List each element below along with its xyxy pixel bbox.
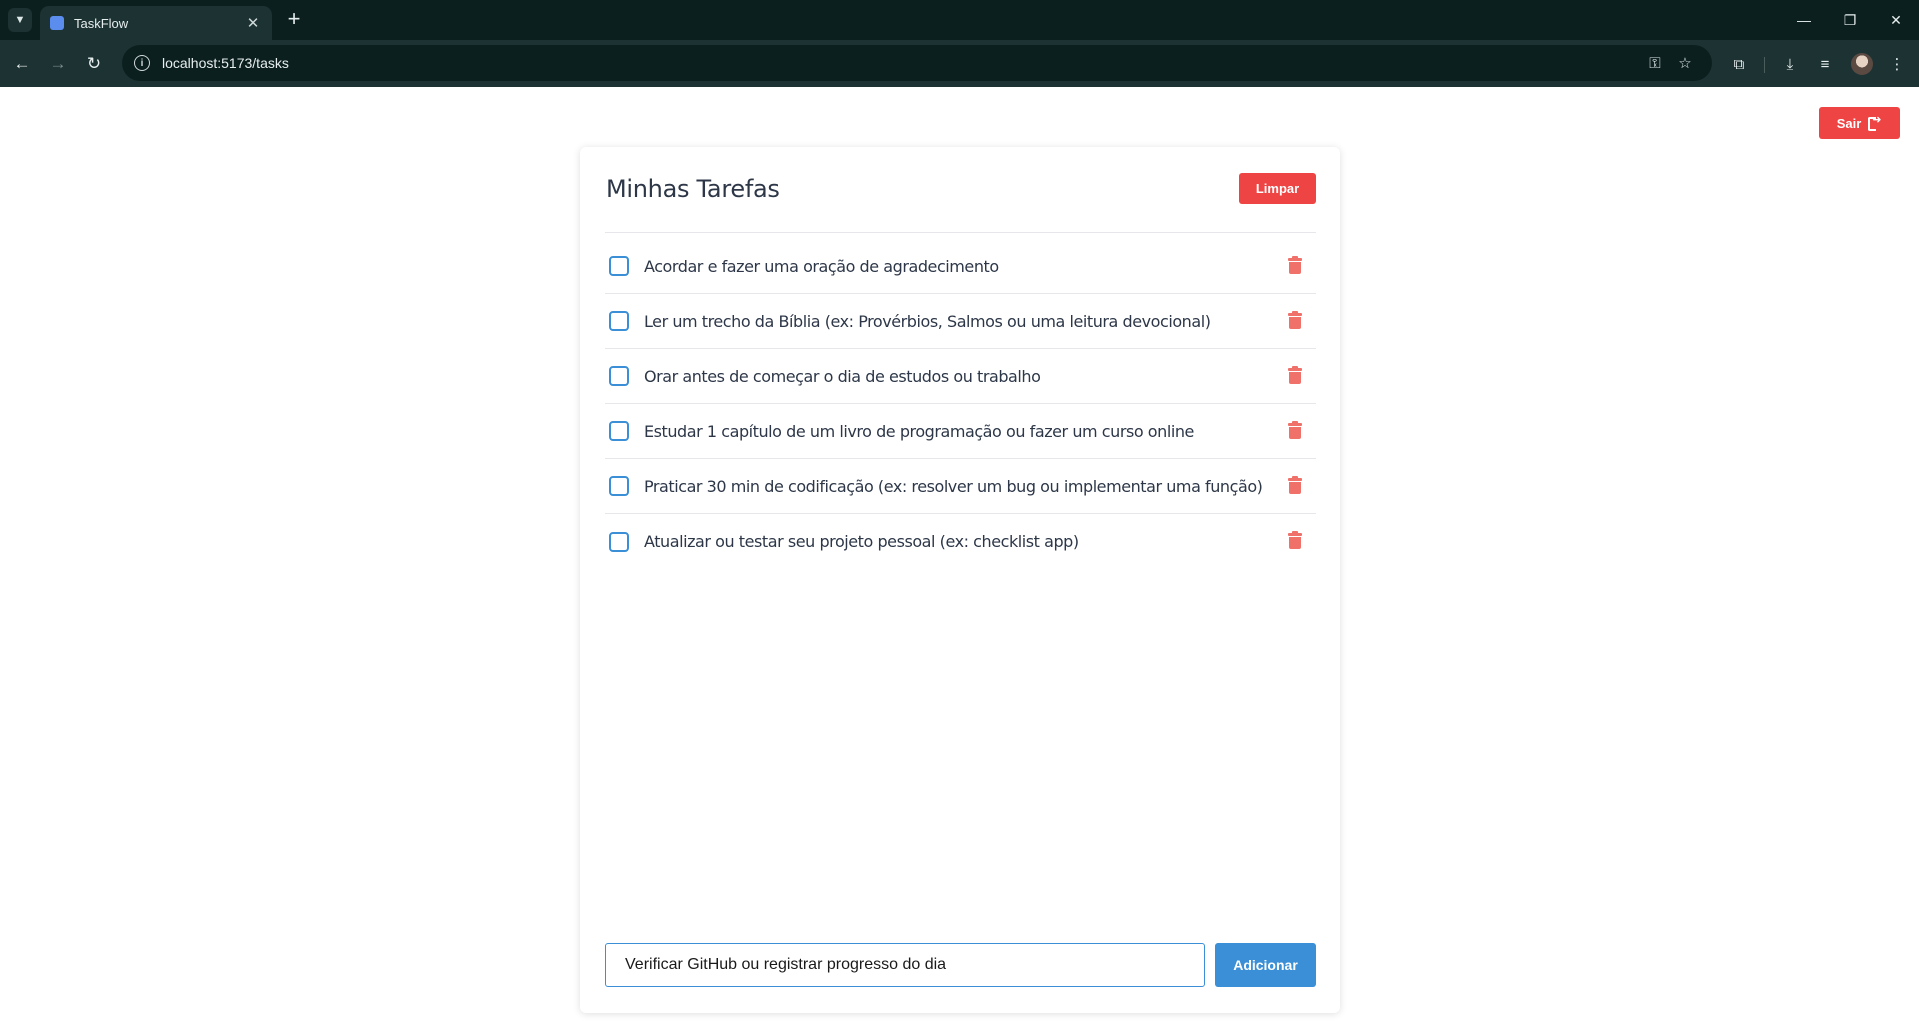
new-task-input[interactable]: [605, 943, 1205, 987]
task-text: Estudar 1 capítulo de um livro de progra…: [644, 421, 1194, 441]
url-text[interactable]: localhost:5173/tasks: [162, 55, 1640, 71]
close-icon[interactable]: ✕: [244, 14, 262, 32]
task-text: Atualizar ou testar seu projeto pessoal …: [644, 532, 1079, 551]
reload-icon[interactable]: ↻: [80, 50, 108, 78]
tasks-card: Minhas Tarefas Limpar Acordar e fazer um…: [580, 147, 1340, 1013]
star-icon[interactable]: ☆: [1670, 54, 1700, 72]
task-checkbox[interactable]: [609, 531, 629, 552]
minimize-icon[interactable]: —: [1781, 0, 1827, 40]
address-bar[interactable]: i localhost:5173/tasks ⚿ ☆: [122, 45, 1712, 81]
logout-icon: [1868, 113, 1882, 131]
browser-toolbar: ← → ↻ i localhost:5173/tasks ⚿ ☆ ⧉ ⤓ ≡ ⋮: [0, 40, 1919, 87]
task-text: Acordar e fazer uma oração de agradecime…: [644, 256, 999, 276]
window-controls: — ❐ ✕: [1781, 0, 1919, 40]
toolbar-divider: [1764, 57, 1765, 73]
tab-favicon-icon: [50, 16, 64, 30]
task-text: Ler um trecho da Bíblia (ex: Provérbios,…: [644, 311, 1211, 331]
logout-button[interactable]: Sair: [1819, 107, 1900, 139]
plus-icon[interactable]: +: [282, 8, 306, 32]
browser-titlebar: ▼ TaskFlow ✕ + — ❐ ✕: [0, 0, 1919, 40]
clear-button[interactable]: Limpar: [1239, 173, 1316, 204]
kebab-menu-icon[interactable]: ⋮: [1885, 52, 1909, 76]
task-item: Estudar 1 capítulo de um livro de progra…: [605, 404, 1316, 459]
reading-list-icon[interactable]: ≡: [1813, 52, 1837, 76]
task-checkbox[interactable]: [609, 366, 629, 386]
task-list: Acordar e fazer uma oração de agradecime…: [605, 239, 1316, 569]
task-checkbox[interactable]: [609, 421, 629, 441]
task-checkbox[interactable]: [609, 476, 629, 496]
task-checkbox[interactable]: [609, 256, 629, 276]
chevron-down-icon[interactable]: ▼: [8, 8, 32, 32]
key-icon[interactable]: ⚿: [1640, 55, 1670, 72]
download-icon[interactable]: ⤓: [1778, 52, 1802, 76]
task-text: Orar antes de começar o dia de estudos o…: [644, 366, 1041, 386]
trash-icon[interactable]: [1288, 475, 1302, 494]
task-item: Praticar 30 min de codificação (ex: reso…: [605, 459, 1316, 514]
tab-title: TaskFlow: [74, 15, 129, 31]
trash-icon[interactable]: [1288, 365, 1302, 384]
task-item: Acordar e fazer uma oração de agradecime…: [605, 239, 1316, 294]
task-checkbox[interactable]: [609, 311, 629, 331]
puzzle-icon[interactable]: ⧉: [1727, 52, 1751, 76]
arrow-left-icon[interactable]: ←: [8, 50, 36, 78]
trash-icon[interactable]: [1288, 255, 1302, 274]
trash-icon[interactable]: [1288, 531, 1302, 549]
info-icon[interactable]: i: [134, 55, 150, 71]
window-close-icon[interactable]: ✕: [1873, 0, 1919, 40]
header-divider: [605, 232, 1316, 233]
task-item: Ler um trecho da Bíblia (ex: Provérbios,…: [605, 294, 1316, 349]
arrow-right-icon[interactable]: →: [44, 50, 72, 78]
page-title: Minhas Tarefas: [606, 175, 780, 203]
add-task-button[interactable]: Adicionar: [1215, 943, 1316, 987]
profile-avatar[interactable]: [1851, 53, 1873, 75]
task-item: Atualizar ou testar seu projeto pessoal …: [605, 514, 1316, 569]
task-item: Orar antes de começar o dia de estudos o…: [605, 349, 1316, 404]
trash-icon[interactable]: [1288, 310, 1302, 329]
logout-label: Sair: [1836, 115, 1862, 131]
restore-icon[interactable]: ❐: [1827, 0, 1873, 40]
trash-icon[interactable]: [1288, 420, 1302, 439]
browser-tab[interactable]: TaskFlow ✕: [40, 6, 272, 40]
task-text: Praticar 30 min de codificação (ex: reso…: [644, 476, 1263, 496]
